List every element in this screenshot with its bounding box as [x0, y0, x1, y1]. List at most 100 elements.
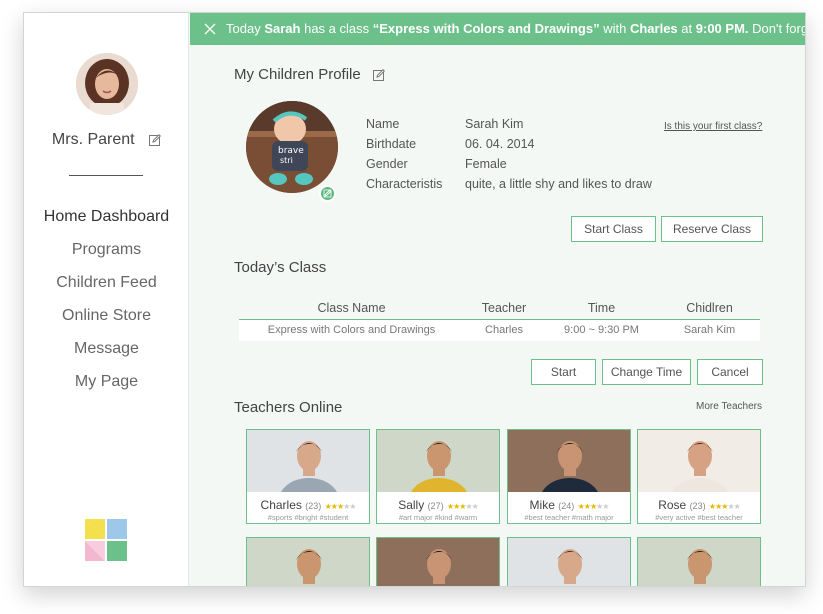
teacher-card[interactable] [246, 537, 370, 586]
svg-text:stri: stri [280, 156, 293, 165]
main-content: My Children Profile brave stri Name Sara… [190, 45, 805, 586]
star-icon: ★ [602, 502, 609, 511]
sidebar: Mrs. Parent Home Dashboard Programs Chil… [24, 13, 189, 586]
rating-stars: ★★★★★ [325, 502, 357, 511]
col-class-name: Class Name [239, 297, 464, 320]
teacher-tags: #best teacher #math major [524, 513, 614, 522]
child-photo[interactable]: brave stri [246, 101, 338, 193]
rating-stars: ★★★★★ [709, 502, 741, 511]
col-children: Chidlren [659, 297, 760, 320]
col-time: Time [544, 297, 659, 320]
teacher-age: (27) [427, 501, 444, 511]
col-teacher: Teacher [464, 297, 544, 320]
first-class-link[interactable]: Is this your first class? [664, 121, 762, 132]
sidebar-nav: Home Dashboard Programs Children Feed On… [24, 206, 189, 404]
banner-child: Sarah [264, 21, 301, 36]
info-value: Female [465, 157, 507, 171]
nav-online-store[interactable]: Online Store [24, 305, 189, 338]
app-window: Mrs. Parent Home Dashboard Programs Chil… [23, 12, 806, 587]
star-icon: ★ [349, 502, 356, 511]
reminder-banner: Today Sarah has a class “Express with Co… [190, 13, 805, 45]
change-time-button[interactable]: Change Time [602, 359, 691, 385]
cancel-button[interactable]: Cancel [697, 359, 763, 385]
edit-icon[interactable] [372, 69, 385, 82]
banner-post: Don't forget! [752, 21, 805, 36]
info-value: Sarah Kim [465, 117, 524, 131]
teachers-online-title: Teachers Online [234, 399, 343, 416]
photo-edit-icon[interactable] [319, 185, 336, 202]
svg-text:brave: brave [278, 146, 304, 156]
teacher-photo [638, 538, 760, 586]
banner-class-name: “Express with Colors and Drawings” [372, 21, 600, 36]
teacher-photo [377, 538, 499, 586]
info-row: Name Sarah Kim [366, 117, 652, 137]
profile-title-label: My Children Profile [234, 66, 361, 83]
teacher-age: (24) [558, 501, 575, 511]
cell-time: 9:00 ~ 9:30 PM [544, 319, 659, 341]
cell-children: Sarah Kim [659, 319, 760, 341]
info-key: Name [366, 117, 400, 131]
teacher-photo [377, 430, 499, 492]
teacher-age: (23) [305, 501, 322, 511]
cell-class-name: Express with Colors and Drawings [239, 319, 464, 341]
table-header-row: Class Name Teacher Time Chidlren [239, 297, 760, 320]
info-key: Birthdate [366, 137, 417, 151]
teacher-tags: #art major #kind #warm [398, 513, 478, 522]
parent-name-label: Mrs. Parent [51, 131, 135, 148]
teacher-photo [638, 430, 760, 492]
sidebar-divider [69, 175, 143, 176]
info-value: quite, a little shy and likes to draw [465, 177, 652, 191]
brand-logo [85, 519, 127, 561]
profile-title: My Children Profile [234, 66, 385, 83]
nav-home-dashboard[interactable]: Home Dashboard [24, 206, 189, 239]
reserve-class-button[interactable]: Reserve Class [661, 216, 763, 242]
info-key: Characteristis [366, 177, 443, 191]
table-row[interactable]: Express with Colors and Drawings Charles… [239, 319, 760, 341]
teacher-card[interactable]: Mike (24) ★★★★★ #best teacher #math major [507, 429, 631, 524]
info-row: Gender Female [366, 157, 652, 177]
teacher-name: Mike [529, 498, 555, 512]
avatar[interactable] [76, 53, 138, 115]
start-button[interactable]: Start [531, 359, 596, 385]
teacher-tags: #very active #best teacher [655, 513, 743, 522]
teacher-card[interactable]: Charles (23) ★★★★★ #sports #bright #stude… [246, 429, 370, 524]
banner-mid3: at [681, 21, 693, 36]
teacher-card[interactable]: Sally (27) ★★★★★ #art major #kind #warm [376, 429, 500, 524]
start-class-button[interactable]: Start Class [571, 216, 656, 242]
nav-message[interactable]: Message [24, 338, 189, 371]
nav-my-page[interactable]: My Page [24, 371, 189, 404]
todays-class-table: Class Name Teacher Time Chidlren Express… [239, 297, 760, 341]
nav-programs[interactable]: Programs [24, 239, 189, 272]
teacher-age: (23) [689, 501, 706, 511]
nav-children-feed[interactable]: Children Feed [24, 272, 189, 305]
teacher-photo [508, 430, 630, 492]
more-teachers-link[interactable]: More Teachers [696, 401, 762, 412]
teacher-photo [508, 538, 630, 586]
teacher-tags: #sports #bright #student [267, 513, 349, 522]
info-key: Gender [366, 157, 408, 171]
edit-icon[interactable] [149, 133, 162, 146]
teacher-name: Sally [398, 498, 425, 512]
info-row: Characteristis quite, a little shy and li… [366, 177, 652, 197]
teacher-photo [247, 538, 369, 586]
banner-mid2: with [603, 21, 627, 36]
banner-time: 9:00 PM. [695, 21, 749, 36]
teacher-name: Rose [658, 498, 687, 512]
teacher-card[interactable] [637, 537, 761, 586]
teacher-card[interactable]: Rose (23) ★★★★★ #very active #best teache… [637, 429, 761, 524]
teacher-photo [247, 430, 369, 492]
teacher-name-line: Rose (23) ★★★★★ [638, 498, 760, 512]
teacher-name-line: Mike (24) ★★★★★ [508, 498, 630, 512]
teacher-card[interactable] [507, 537, 631, 586]
rating-stars: ★★★★★ [578, 502, 610, 511]
child-info: Name Sarah Kim Birthdate 06. 04. 2014 Gend… [366, 117, 652, 197]
info-row: Birthdate 06. 04. 2014 [366, 137, 652, 157]
teacher-card[interactable] [376, 537, 500, 586]
star-icon: ★ [471, 502, 479, 511]
info-value: 06. 04. 2014 [465, 137, 535, 151]
banner-teacher: Charles [629, 21, 678, 36]
parent-name: Mrs. Parent [24, 131, 189, 149]
banner-pre: Today [226, 21, 261, 36]
star-icon: ★ [733, 502, 741, 511]
close-icon[interactable] [204, 23, 216, 35]
